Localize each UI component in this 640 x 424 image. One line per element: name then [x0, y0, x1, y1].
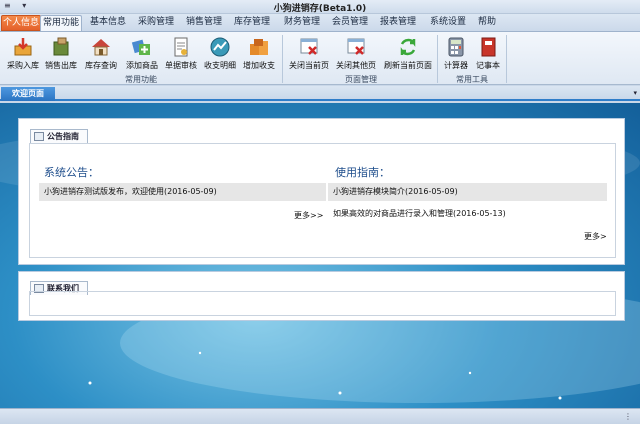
doc-audit-button[interactable]: 单据审核	[160, 34, 202, 72]
resize-grip-icon[interactable]: ⋮	[624, 412, 632, 421]
income-detail-button[interactable]: 收支明细	[199, 34, 241, 72]
sales-out-icon	[53, 37, 69, 56]
tab-welcome-page[interactable]: 欢迎页面	[1, 87, 55, 101]
welcome-page-content: 公告指南 系统公告： 小狗进销存测试版发布，欢迎使用(2016-05-09) 更…	[0, 103, 640, 408]
close-page-button[interactable]: 关闭当前页	[286, 34, 332, 72]
close-others-button[interactable]: 关闭其他页	[333, 34, 379, 72]
add-income-icon	[250, 39, 268, 55]
menu-bar: 个人信息 常用功能 基本信息 采购管理 销售管理 库存管理 财务管理 会员管理 …	[0, 14, 640, 31]
add-income-button[interactable]: 增加收支	[238, 34, 280, 72]
tab-help[interactable]: 帮助	[472, 15, 502, 31]
notebook-button[interactable]: 记事本	[472, 34, 504, 72]
add-goods-button[interactable]: 添加商品	[121, 34, 163, 72]
guide-item[interactable]: 如果高效的对商品进行录入和管理(2016-05-13)	[328, 205, 607, 223]
refresh-page-button[interactable]: 刷新当前页面	[382, 34, 434, 72]
notice-title: 系统公告：	[44, 166, 99, 179]
notebook-icon	[481, 37, 496, 57]
tab-list-dropdown-icon[interactable]: ▾	[633, 89, 637, 97]
group-label-page: 页面管理	[345, 75, 377, 84]
doc-audit-icon	[174, 37, 188, 57]
notice-item[interactable]: 小狗进销存测试版发布，欢迎使用(2016-05-09)	[39, 183, 326, 201]
tab-purchase[interactable]: 采购管理	[134, 15, 178, 31]
group-label-common: 常用功能	[125, 75, 157, 84]
contact-panel: 联系我们	[18, 271, 625, 321]
ribbon-separator	[506, 35, 507, 83]
tab-common-functions[interactable]: 常用功能	[40, 15, 82, 31]
guide-item[interactable]: 小狗进销存模块简介(2016-05-09)	[328, 183, 607, 201]
ribbon: 采购入库 销售出库 库存查询 添加商品 单据审核 收支明细 增加收支 常用功能 …	[0, 31, 640, 85]
close-others-icon	[347, 38, 365, 55]
tab-basic-info[interactable]: 基本信息	[86, 15, 130, 31]
title-bar: ≡ ▾ 小狗进销存(Beta1.0)	[0, 0, 640, 14]
guide-title: 使用指南：	[335, 166, 390, 179]
calculator-button[interactable]: 计算器	[440, 34, 472, 72]
window-title: 小狗进销存(Beta1.0)	[273, 4, 367, 14]
ribbon-separator	[437, 35, 438, 83]
status-bar: ⋮	[0, 408, 640, 424]
stock-query-button[interactable]: 库存查询	[80, 34, 122, 72]
panel-icon	[34, 132, 44, 141]
group-label-tools: 常用工具	[456, 75, 488, 84]
tab-member[interactable]: 会员管理	[328, 15, 372, 31]
tab-reports[interactable]: 报表管理	[376, 15, 420, 31]
contact-panel-body	[29, 291, 616, 316]
guide-panel-body: 系统公告： 小狗进销存测试版发布，欢迎使用(2016-05-09) 更多>> 使…	[29, 143, 616, 258]
income-detail-icon	[210, 37, 230, 57]
tab-settings[interactable]: 系统设置	[426, 15, 470, 31]
stock-query-icon	[92, 39, 110, 56]
refresh-icon	[400, 38, 416, 56]
tab-sales[interactable]: 销售管理	[182, 15, 226, 31]
guide-panel-tab: 公告指南	[30, 129, 88, 143]
tab-inventory[interactable]: 库存管理	[230, 15, 274, 31]
calculator-icon	[448, 37, 464, 57]
close-page-icon	[300, 38, 318, 55]
purchase-in-button[interactable]: 采购入库	[2, 34, 44, 72]
guide-more-link[interactable]: 更多>	[584, 231, 607, 242]
tab-finance[interactable]: 财务管理	[280, 15, 324, 31]
document-tab-strip: 欢迎页面 ▾	[0, 86, 640, 101]
notice-more-link[interactable]: 更多>>	[294, 210, 323, 221]
add-goods-icon	[131, 39, 150, 55]
ribbon-separator	[282, 35, 283, 83]
guide-panel: 公告指南 系统公告： 小狗进销存测试版发布，欢迎使用(2016-05-09) 更…	[18, 118, 625, 265]
purchase-in-icon	[14, 38, 32, 56]
tab-personal-info[interactable]: 个人信息	[1, 15, 41, 31]
sales-out-button[interactable]: 销售出库	[40, 34, 82, 72]
